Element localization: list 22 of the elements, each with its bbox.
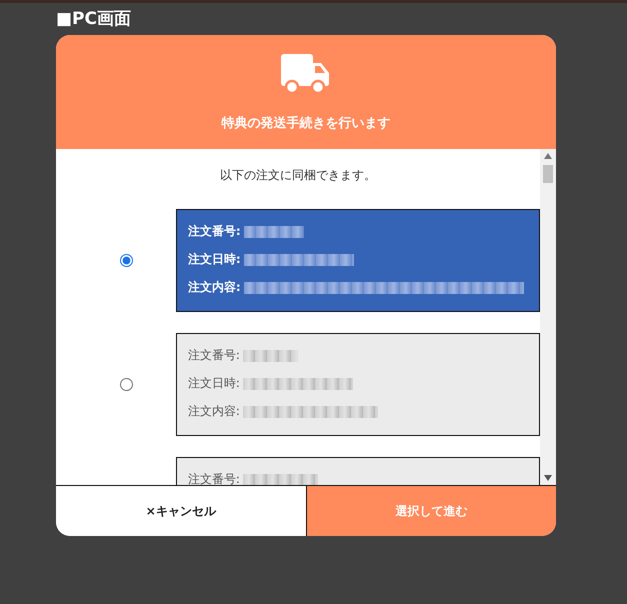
- scrollbar[interactable]: [540, 149, 556, 485]
- blurred-value: [244, 226, 304, 238]
- field-label: 注文日時:: [188, 375, 240, 392]
- order-card[interactable]: 注文番号: 注文日時: 注文内容:: [176, 333, 540, 436]
- field-label: 注文内容:: [188, 279, 241, 296]
- field-label: 注文日時:: [188, 251, 241, 268]
- intro-text: 以下の注文に同梱できます。: [220, 167, 376, 184]
- field-label: 注文番号:: [188, 223, 241, 240]
- blurred-value: [242, 350, 298, 362]
- field-label: 注文番号:: [188, 471, 240, 485]
- dialog-title: 特典の発送手続きを行います: [222, 115, 390, 133]
- field-label: 注文番号:: [188, 347, 240, 364]
- order-radio[interactable]: [120, 254, 133, 267]
- field-label: 注文内容:: [188, 403, 240, 420]
- order-radio[interactable]: [120, 378, 133, 391]
- scroll-down-icon[interactable]: [544, 475, 552, 481]
- order-card[interactable]: 注文番号: 注文日時: 注文内容:: [176, 209, 540, 312]
- scroll-up-icon[interactable]: [544, 153, 552, 159]
- scroll-thumb[interactable]: [543, 165, 553, 183]
- page-heading: ■PC画面: [56, 8, 131, 30]
- order-card[interactable]: 注文番号:: [176, 457, 540, 485]
- truck-icon: [281, 54, 331, 94]
